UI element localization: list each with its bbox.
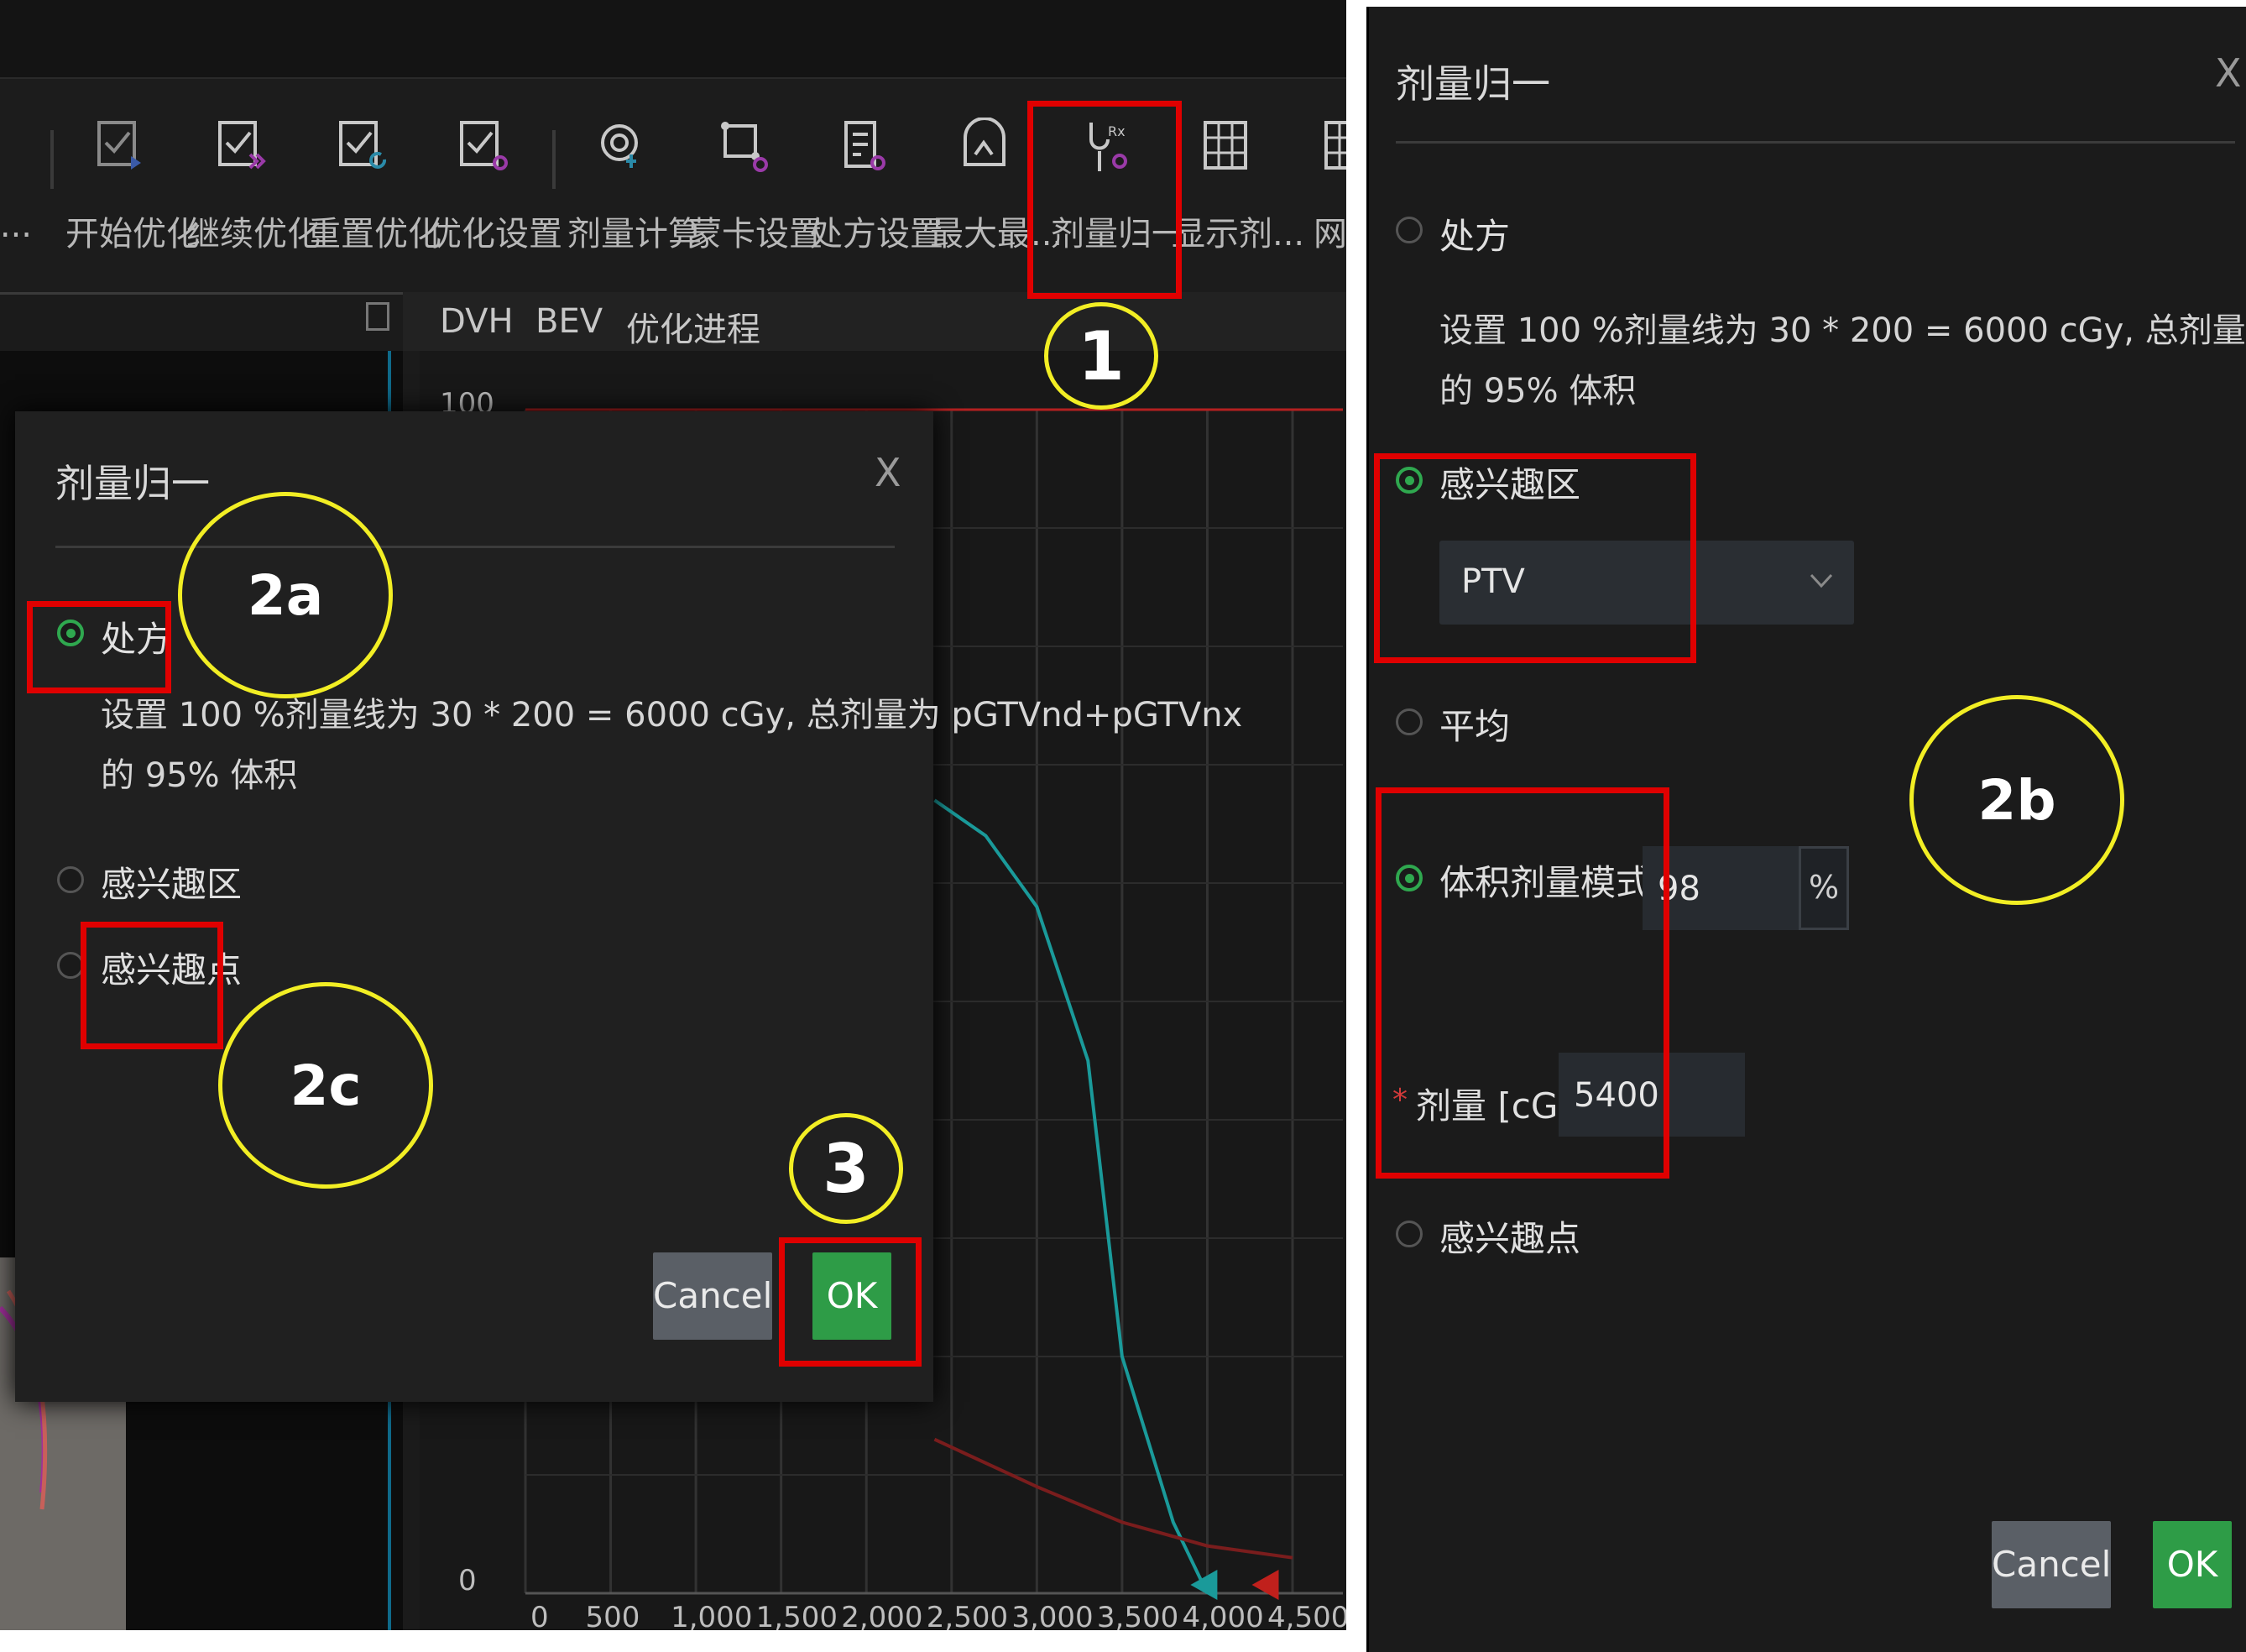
radio-poi[interactable]	[1396, 1221, 1423, 1247]
dialog-divider	[55, 546, 895, 548]
prescription-description-line2: 的 95% 体积	[101, 756, 298, 795]
toolbar-item-optimization-settings[interactable]: 优化设置	[428, 118, 562, 255]
close-icon[interactable]: X	[2215, 50, 2242, 96]
dvh-marker	[1251, 1570, 1279, 1600]
x-tick-label: 1,000	[671, 1601, 752, 1630]
toolbar-item-label: 处方设置	[809, 215, 943, 254]
tool-icon	[0, 118, 3, 176]
annotation-box-ok	[779, 1237, 922, 1367]
x-tick-label: 4,000	[1182, 1601, 1263, 1630]
annotation-box-dose-normalize	[1027, 101, 1182, 299]
annotation-marker-2a: 2a	[178, 492, 393, 698]
x-tick-label: 4,500	[1267, 1601, 1346, 1630]
chevron-down-icon	[1810, 573, 1833, 588]
x-tick-label: 1,500	[756, 1601, 838, 1630]
toolbar-item-max-min[interactable]: 最大最...	[930, 118, 1063, 255]
annotation-marker-3: 3	[789, 1113, 903, 1224]
dvh-series-line	[933, 1437, 1293, 1560]
toolbar-item-label: 重置优化	[307, 215, 441, 254]
annotation-marker-2b: 2b	[1909, 695, 2124, 905]
annotation-marker-1: 1	[1044, 302, 1158, 410]
percent-unit-addon: %	[1799, 846, 1849, 930]
prescription-description: 设置 100 %剂量线为 30 * 200 = 6000 cGy, 总剂量为 p…	[1439, 311, 2246, 350]
dialog-title: 剂量归一	[55, 461, 210, 506]
toolbar-item-dose-calculation[interactable]: 剂量计算	[567, 118, 702, 255]
option-label-prescription: 处方	[1439, 216, 1511, 257]
radio-prescription[interactable]	[1396, 217, 1423, 243]
tab-bev[interactable]: BEV	[535, 302, 603, 341]
toolbar-item-label: 剂量计算	[567, 215, 702, 254]
right-screenshot: 剂量归一 X 处方 设置 100 %剂量线为 30 * 200 = 6000 c…	[1366, 7, 2246, 1652]
annotation-box-poi	[81, 922, 223, 1049]
close-icon[interactable]: X	[875, 450, 901, 495]
toolbar-item-start-optimization[interactable]: 开始优化	[65, 118, 200, 255]
tab-optimization-progress[interactable]: 优化进程	[626, 302, 760, 351]
annotation-box-prescription	[27, 601, 171, 693]
grid-display-icon	[1204, 121, 1247, 170]
dialog-title: 剂量归一	[1396, 61, 1550, 107]
monte-carlo-icon	[721, 122, 768, 172]
prescription-icon	[844, 121, 885, 170]
toolbar-item-label: 继续优化	[186, 215, 321, 254]
minimize-panel-icon[interactable]	[366, 302, 389, 331]
max-min-icon	[964, 118, 1005, 166]
dvh-marker	[1190, 1570, 1218, 1600]
toolbar-item-label: 优化设置	[428, 215, 562, 254]
toolbar-divider	[50, 130, 54, 189]
toolbar-item-continue-optimization[interactable]: 继续优化	[186, 118, 321, 255]
x-tick-label: 3,000	[1011, 1601, 1093, 1630]
annotation-box-roi	[1374, 453, 1696, 663]
annotation-marker-2c: 2c	[218, 982, 433, 1189]
toolbar-item-label: 蒙卡设置	[688, 215, 823, 254]
option-label-poi: 感兴趣点	[1439, 1218, 1581, 1259]
ok-button[interactable]: OK	[2153, 1521, 2232, 1608]
toolbar-item-label: 显示剂...	[1172, 215, 1305, 254]
start-optimize-icon	[97, 121, 141, 170]
x-tick-label: 3,500	[1097, 1601, 1178, 1630]
tab-dvh[interactable]: DVH	[440, 302, 514, 341]
cancel-button[interactable]: Cancel	[653, 1252, 772, 1340]
x-tick-label: 0	[530, 1601, 549, 1630]
annotation-box-volume-dose	[1376, 787, 1669, 1179]
toolbar-item-tool[interactable]: ol...	[0, 118, 32, 245]
radio-mean[interactable]	[1396, 708, 1423, 735]
x-tick-label: 500	[586, 1601, 640, 1630]
toolbar-item-label: 网格	[1314, 215, 1346, 254]
toolbar-item-label: ol...	[0, 206, 32, 245]
left-screenshot: ol... 开始优化 继续优化 重置优化 优化设置 剂量计算 蒙卡设置 处方设置…	[0, 0, 1346, 1630]
option-label-roi: 感兴趣区	[101, 864, 243, 905]
cancel-button[interactable]: Cancel	[1992, 1521, 2111, 1608]
toolbar-item-prescription-settings[interactable]: 处方设置	[809, 118, 943, 255]
x-tick-label: 2,000	[841, 1601, 922, 1630]
title-bar	[0, 0, 1346, 79]
toolbar-item-label: 开始优化	[65, 215, 200, 254]
option-label-mean: 平均	[1439, 706, 1511, 747]
x-tick-label: 2,500	[927, 1601, 1008, 1630]
toolbar-item-monte-carlo-settings[interactable]: 蒙卡设置	[688, 118, 823, 255]
radio-roi[interactable]	[57, 866, 84, 893]
y-tick-label: 0	[458, 1564, 477, 1597]
toolbar-divider	[552, 130, 556, 189]
dialog-divider	[1396, 141, 2235, 144]
reset-optimize-icon	[339, 121, 387, 169]
prescription-description-line2: 的 95% 体积	[1439, 372, 1637, 410]
toolbar-item-show-dose[interactable]: 显示剂...	[1172, 118, 1305, 255]
dose-calc-icon	[601, 124, 638, 168]
toolbar-item-label: 最大最...	[930, 215, 1063, 254]
toolbar-item-grid[interactable]: 网格	[1293, 118, 1346, 255]
optimize-settings-icon	[460, 121, 508, 170]
toolbar-item-reset-optimization[interactable]: 重置优化	[307, 118, 441, 255]
continue-optimize-icon	[218, 121, 266, 170]
grid-icon	[1324, 121, 1346, 170]
